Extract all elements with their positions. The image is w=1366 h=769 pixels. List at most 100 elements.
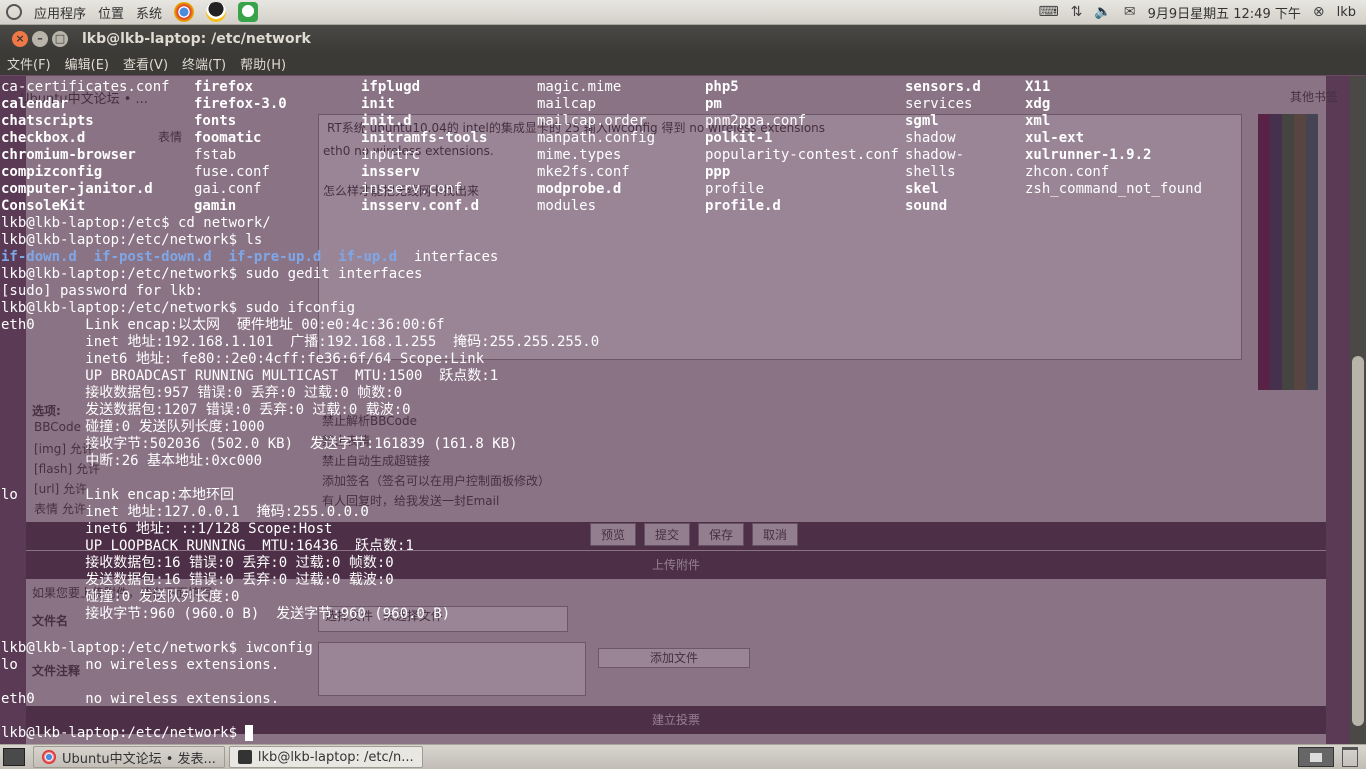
- ls-entry: polkit-1: [705, 130, 773, 146]
- menu-help[interactable]: 帮助(H): [233, 54, 293, 73]
- task-browser-label: Ubuntu中文论坛 • 发表...: [62, 751, 216, 767]
- ifconfig-eth0-9: 中断:26 基本地址:0xc000: [1, 453, 263, 469]
- network-icon[interactable]: ⇅: [1071, 4, 1083, 20]
- ifconfig-lo-3: inet6 地址: ::1/128 Scope:Host: [1, 521, 333, 537]
- line-cd: lkb@lkb-laptop:/etc$ cd network/: [1, 215, 271, 231]
- menu-terminal[interactable]: 终端(T): [175, 54, 233, 73]
- file-interfaces: interfaces: [414, 249, 499, 265]
- chromium-icon: [42, 750, 56, 764]
- ifconfig-eth0-4: UP BROADCAST RUNNING MULTICAST MTU:1500 …: [1, 368, 499, 384]
- ls-entry: shadow-: [905, 147, 965, 163]
- ls-entry: php5: [705, 79, 739, 95]
- ls-entry: services: [905, 96, 973, 112]
- ls-entry: pnm2ppa.conf: [705, 113, 807, 129]
- menu-file[interactable]: 文件(F): [0, 54, 58, 73]
- ifconfig-eth0-3: inet6 地址: fe80::2e0:4cff:fe36:6f/64 Scop…: [1, 351, 485, 367]
- scrollbar-thumb[interactable]: [1352, 356, 1364, 726]
- ifconfig-eth0-2: inet 地址:192.168.1.101 广播:192.168.1.255 掩…: [1, 334, 600, 350]
- post-buttons: 预览 提交 保存 取消: [590, 523, 799, 546]
- mail-icon[interactable]: ✉: [1124, 4, 1136, 20]
- task-browser[interactable]: Ubuntu中文论坛 • 发表...: [33, 746, 225, 768]
- menu-places[interactable]: 位置: [98, 3, 124, 22]
- line-ls: lkb@lkb-laptop:/etc/network$ ls: [1, 232, 263, 248]
- ls-entry: shells: [905, 164, 956, 180]
- iwconfig-eth0: eth0 no wireless extensions.: [1, 691, 280, 707]
- show-desktop-icon[interactable]: [3, 748, 25, 766]
- ifconfig-eth0-8: 接收字节:502036 (502.0 KB) 发送字节:161839 (161.…: [1, 436, 518, 452]
- volume-icon[interactable]: 🔈: [1094, 4, 1111, 20]
- add-file-button: 添加文件: [598, 648, 750, 668]
- line-gedit: lkb@lkb-laptop:/etc/network$ sudo gedit …: [1, 266, 423, 282]
- color-palette: [1258, 114, 1318, 390]
- menu-view[interactable]: 查看(V): [116, 54, 175, 73]
- minimize-window-button[interactable]: –: [32, 30, 48, 47]
- terminal-view[interactable]: Ubuntu中文论坛 • ... 其他书签 RT系统 ubuntu10.04的 …: [0, 76, 1350, 744]
- menu-edit[interactable]: 编辑(E): [58, 54, 116, 73]
- menu-applications[interactable]: 应用程序: [34, 3, 86, 22]
- terminal-output: lkb@lkb-laptop:/etc$ cd network/ lkb@lkb…: [1, 79, 599, 742]
- ifconfig-lo-4: UP LOOPBACK RUNNING MTU:16436 跃点数:1: [1, 538, 414, 554]
- ls-entry: pm: [705, 96, 722, 112]
- ifconfig-eth0-5: 接收数据包:957 错误:0 丢弃:0 过载:0 帧数:0: [1, 385, 403, 401]
- task-terminal[interactable]: lkb@lkb-laptop: /etc/n...: [228, 746, 423, 768]
- close-window-button[interactable]: ×: [12, 30, 28, 47]
- save-button: 保存: [698, 523, 745, 546]
- ls-entry: xulrunner-1.9.2: [1025, 147, 1152, 163]
- ifconfig-lo-8: 接收字节:960 (960.0 B) 发送字节:960 (960.0 B): [1, 606, 451, 622]
- ifconfig-lo-7: 碰撞:0 发送队列长度:0: [1, 589, 240, 605]
- dir-if-up: if-up.d: [338, 249, 398, 265]
- ifconfig-lo-5: 接收数据包:16 错误:0 丢弃:0 过载:0 帧数:0: [1, 555, 394, 571]
- window-title: lkb@lkb-laptop: /etc/network: [82, 30, 311, 47]
- dir-if-pre-up: if-pre-up.d: [228, 249, 322, 265]
- ubuntu-logo-icon[interactable]: [6, 4, 22, 20]
- ls-entry: sound: [905, 198, 948, 214]
- ifconfig-lo-1: lo Link encap:本地环回: [1, 487, 235, 503]
- ls-network-output: if-down.d if-post-down.d if-pre-up.d if-…: [1, 249, 498, 265]
- user-name[interactable]: lkb: [1337, 5, 1356, 20]
- menu-system[interactable]: 系统: [136, 3, 162, 22]
- ifconfig-eth0-6: 发送数据包:1207 错误:0 丢弃:0 过载:0 载波:0: [1, 402, 411, 418]
- window-titlebar[interactable]: × – □ lkb@lkb-laptop: /etc/network: [0, 25, 1366, 52]
- task-terminal-label: lkb@lkb-laptop: /etc/n...: [257, 749, 414, 765]
- session-icon[interactable]: ⊗: [1313, 4, 1325, 20]
- bookmarks-label: 其他书签: [1290, 90, 1339, 104]
- line-final-prompt: lkb@lkb-laptop:/etc/network$: [1, 725, 246, 741]
- ls-entry: profile.d: [705, 198, 781, 214]
- line-iwconfig: lkb@lkb-laptop:/etc/network$ iwconfig: [1, 640, 313, 656]
- terminal-icon: [237, 750, 252, 764]
- ls-entry: popularity-contest.conf: [705, 147, 899, 163]
- text-cursor: [245, 725, 254, 741]
- terminal-menubar: 文件(F) 编辑(E) 查看(V) 终端(T) 帮助(H): [0, 52, 1366, 75]
- clock[interactable]: 9月9日星期五 12:49 下午: [1148, 3, 1301, 22]
- line-sudo-password: [sudo] password for lkb:: [1, 283, 204, 299]
- chromium-launcher-icon[interactable]: [174, 2, 195, 22]
- submit-button: 提交: [644, 523, 691, 546]
- ifconfig-lo-2: inet 地址:127.0.0.1 掩码:255.0.0.0: [1, 504, 369, 520]
- qq-launcher-icon[interactable]: [206, 2, 227, 22]
- ifconfig-lo-6: 发送数据包:16 错误:0 丢弃:0 过载:0 载波:0: [1, 572, 394, 588]
- keyboard-icon[interactable]: ⌨: [1038, 4, 1058, 20]
- dir-if-post-down: if-post-down.d: [93, 249, 212, 265]
- ls-entry: sensors.d: [905, 79, 981, 95]
- ls-entry: xdg: [1025, 96, 1051, 112]
- ls-entry: X11: [1025, 79, 1051, 95]
- ls-entry: xul-ext: [1025, 130, 1085, 146]
- ifconfig-eth0-1: eth0 Link encap:以太网 硬件地址 00:e0:4c:36:00:…: [1, 317, 445, 333]
- ls-entry: shadow: [905, 130, 956, 146]
- ls-entry: ppp: [705, 164, 731, 180]
- ls-entry: zsh_command_not_found: [1025, 181, 1203, 197]
- ls-entry: profile: [705, 181, 765, 197]
- app-launcher-icon[interactable]: [238, 2, 259, 22]
- ls-entry: zhcon.conf: [1025, 164, 1110, 180]
- iwconfig-lo: lo no wireless extensions.: [1, 657, 280, 673]
- workspace-switcher[interactable]: [1298, 747, 1334, 767]
- ls-entry: sgml: [905, 113, 939, 129]
- cancel-button: 取消: [752, 523, 799, 546]
- ifconfig-eth0-7: 碰撞:0 发送队列长度:1000: [1, 419, 265, 435]
- terminal-scrollbar[interactable]: [1350, 76, 1366, 744]
- bottom-panel: Ubuntu中文论坛 • 发表... lkb@lkb-laptop: /etc/…: [0, 744, 1366, 769]
- ls-entry: xml: [1025, 113, 1051, 129]
- trash-icon[interactable]: [1342, 747, 1358, 767]
- maximize-window-button[interactable]: □: [52, 30, 68, 47]
- top-panel: 应用程序 位置 系统 ⌨ ⇅ 🔈 ✉ 9月9日星期五 12:49 下午 ⊗ lk…: [0, 0, 1366, 25]
